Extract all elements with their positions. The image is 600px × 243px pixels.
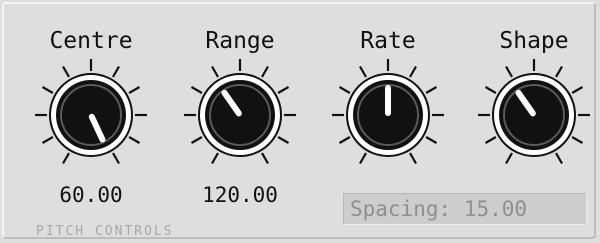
knob-tick <box>261 65 269 78</box>
knob-tick <box>211 152 219 165</box>
knob-tick <box>211 65 219 78</box>
knob-tick <box>425 136 438 144</box>
knob-tick <box>359 152 367 165</box>
knob-tick <box>409 65 417 78</box>
spacing-label: Spacing: <box>350 197 452 221</box>
knob-tick <box>277 136 290 144</box>
pitch-controls-panel: Centre 60.00 Range 120.00 Rate Shape Spa… <box>0 0 600 243</box>
knob-tick <box>62 65 70 78</box>
knob-tick <box>190 86 203 94</box>
knob-tick <box>338 136 351 144</box>
knob-tick <box>41 86 54 94</box>
shape-knob-label: Shape <box>499 28 569 54</box>
centre-value: 60.00 <box>59 183 123 207</box>
knob-tick <box>112 152 120 165</box>
knob-tick <box>484 86 497 94</box>
knob-tick <box>425 86 438 94</box>
knob-tick <box>505 152 513 165</box>
knob-tick <box>571 86 584 94</box>
knob-tick <box>112 65 120 78</box>
knob-tick <box>128 136 141 144</box>
knob-tick <box>409 152 417 165</box>
knob-tick <box>261 152 269 165</box>
rate-knob[interactable] <box>328 55 448 175</box>
spacing-display: Spacing: 15.00 <box>343 193 587 225</box>
centre-knob-label: Centre <box>49 28 133 54</box>
knob-tick <box>555 65 563 78</box>
knob-tick <box>41 136 54 144</box>
knob-tick <box>359 65 367 78</box>
spacing-value: 15.00 <box>463 197 528 221</box>
knob-tick <box>128 86 141 94</box>
range-knob-label: Range <box>205 28 275 54</box>
section-label: PITCH CONTROLS <box>36 224 174 239</box>
rate-knob-label: Rate <box>360 28 416 54</box>
knob-tick <box>277 86 290 94</box>
shape-knob[interactable] <box>474 55 594 175</box>
knob-tick <box>571 136 584 144</box>
knob-tick <box>484 136 497 144</box>
knob-tick <box>190 136 203 144</box>
knob-tick <box>505 65 513 78</box>
knob-tick <box>338 86 351 94</box>
range-value: 120.00 <box>202 183 278 207</box>
knob-tick <box>62 152 70 165</box>
centre-knob[interactable] <box>31 55 151 175</box>
range-knob[interactable] <box>180 55 300 175</box>
knob-tick <box>555 152 563 165</box>
